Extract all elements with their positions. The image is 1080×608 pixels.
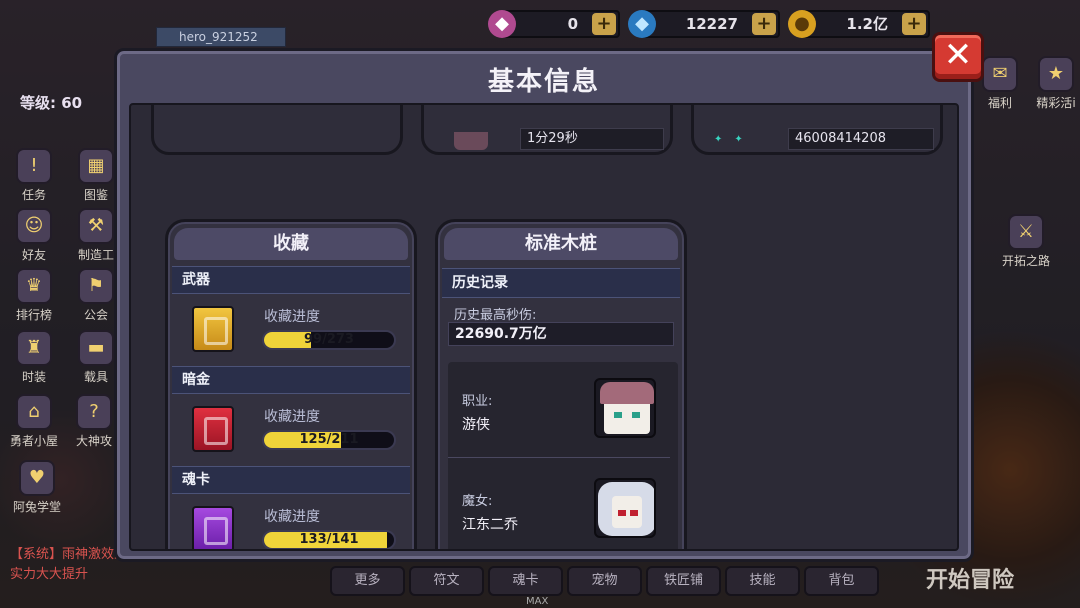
partial-id-value: 46008414208 — [788, 128, 934, 150]
collection-card: 收藏 武器 收藏进度 99/273 暗金 收藏进度 125/211 魂卡 收藏进… — [165, 219, 417, 549]
modal-body[interactable]: 1分29秒 ✦✦ 46008414208 收藏 武器 收藏进度 99/273 暗… — [129, 103, 959, 551]
divider — [448, 457, 670, 458]
soul-cards-progress-text: 133/141 — [299, 532, 359, 547]
add-pink-gem-button[interactable]: + — [592, 13, 616, 35]
username-label: hero_921252 — [156, 27, 286, 47]
section-soul-cards: 魂卡 — [172, 466, 410, 494]
training-dummy-card: 标准木桩 历史记录 历史最高秒伤: 22690.7万亿 职业: 游侠 魔女: 江… — [435, 219, 687, 549]
soul-cards-progress-bar: 133/141 — [262, 530, 396, 549]
event-icon: ★ — [1038, 56, 1074, 92]
history-header: 历史记录 — [442, 268, 680, 298]
tab-skills[interactable]: 技能 — [725, 566, 800, 596]
section-weapons: 武器 — [172, 266, 410, 294]
max-label: MAX — [526, 596, 549, 607]
menu-events[interactable]: ★ 精彩活i — [1028, 56, 1080, 111]
partial-time-value: 1分29秒 — [520, 128, 664, 150]
top-hud: hero_921252 ◆ 0 + ◆ 12227 + ● 1.2亿 + — [0, 0, 1080, 48]
section-dark-gold: 暗金 — [172, 366, 410, 394]
menu-hero-house[interactable]: ⌂ 勇者小屋 — [2, 394, 66, 449]
close-icon: ✕ — [943, 35, 973, 75]
close-button[interactable]: ✕ — [932, 32, 984, 82]
anvil-icon: ⚒ — [78, 208, 114, 244]
menu-quest[interactable]: ! 任务 — [6, 148, 62, 203]
menu-pioneer-road[interactable]: ⚔ 开拓之路 — [986, 214, 1066, 269]
friends-icon: ☺ — [16, 208, 52, 244]
weapons-progress-label: 收藏进度 — [264, 309, 320, 325]
weapon-book-icon — [192, 306, 234, 352]
currency-pink-gem: ◆ 0 + — [488, 10, 620, 38]
soul-cards-progress-label: 收藏进度 — [264, 509, 320, 525]
partial-card-middle: 1分29秒 — [421, 105, 673, 155]
add-gold-button[interactable]: + — [902, 13, 926, 35]
currency-value: 0 — [567, 15, 578, 33]
max-dps-label: 历史最高秒伤: — [454, 308, 537, 323]
gold-coin-icon: ● — [788, 10, 816, 38]
dummy-title: 标准木桩 — [444, 228, 678, 260]
quest-icon: ! — [16, 148, 52, 184]
guild-icon: ⚑ — [78, 268, 114, 304]
currency-gold: ● 1.2亿 + — [788, 10, 930, 38]
trophy-icon: ♛ — [16, 268, 52, 304]
sparkle-icon: ✦✦ — [714, 134, 755, 145]
modal-title: 基本信息 — [487, 67, 600, 97]
dark-gold-progress-bar: 125/211 — [262, 430, 396, 450]
max-dps-value: 22690.7万亿 — [448, 322, 674, 346]
add-diamond-button[interactable]: + — [752, 13, 776, 35]
school-button[interactable]: ♥ 阿兔学堂 — [4, 460, 70, 515]
weapons-progress-bar: 99/273 — [262, 330, 396, 350]
tab-blacksmith[interactable]: 铁匠铺 — [646, 566, 721, 596]
partial-card-left — [151, 105, 403, 155]
dark-gold-progress-text: 125/211 — [299, 432, 359, 447]
tab-soul-cards[interactable]: 魂卡 — [488, 566, 563, 596]
ranger-portrait — [594, 378, 656, 438]
tab-more[interactable]: 更多 — [330, 566, 405, 596]
outfit-icon: ♜ — [16, 330, 52, 366]
tab-backpack[interactable]: 背包 — [804, 566, 879, 596]
house-icon: ⌂ — [16, 394, 52, 430]
menu-friends[interactable]: ☺ 好友 — [6, 208, 62, 263]
menu-fashion[interactable]: ♜ 时装 — [6, 330, 62, 385]
menu-leaderboard[interactable]: ♛ 排行榜 — [6, 268, 62, 323]
class-label: 职业: — [462, 394, 493, 409]
start-adventure-button[interactable]: 开始冒险 — [926, 562, 1014, 594]
bottom-tab-bar: 更多 符文 魂卡 宠物 铁匠铺 技能 背包 — [330, 566, 879, 596]
partial-card-right: ✦✦ 46008414208 — [691, 105, 943, 155]
collection-title: 收藏 — [174, 228, 408, 260]
tab-runes[interactable]: 符文 — [409, 566, 484, 596]
pink-gem-icon: ◆ — [488, 10, 516, 38]
gift-icon: ✉ — [982, 56, 1018, 92]
rabbit-icon: ♥ — [19, 460, 55, 496]
tab-pets[interactable]: 宠物 — [567, 566, 642, 596]
class-value: 游侠 — [462, 417, 490, 433]
weapons-progress-text: 99/273 — [304, 332, 354, 347]
player-level: 等级: 60 — [20, 94, 83, 112]
codex-icon: ▦ — [78, 148, 114, 184]
witch-portrait — [594, 478, 656, 538]
currency-diamond: ◆ 12227 + — [628, 10, 780, 38]
help-icon: ? — [76, 394, 112, 430]
dark-gold-book-icon — [192, 406, 234, 452]
witch-label: 魔女: — [462, 494, 493, 509]
diamond-icon: ◆ — [628, 10, 656, 38]
dark-gold-progress-label: 收藏进度 — [264, 409, 320, 425]
witch-value: 江东二乔 — [462, 517, 518, 533]
avatar — [454, 132, 488, 150]
basic-info-modal: 基本信息 1分29秒 ✦✦ 46008414208 收藏 武器 收藏进度 99/… — [114, 48, 974, 562]
vehicle-icon: ▬ — [78, 330, 114, 366]
currency-value: 12227 — [685, 15, 738, 33]
currency-value: 1.2亿 — [846, 15, 888, 33]
pioneer-icon: ⚔ — [1008, 214, 1044, 250]
soul-card-book-icon — [192, 506, 234, 549]
